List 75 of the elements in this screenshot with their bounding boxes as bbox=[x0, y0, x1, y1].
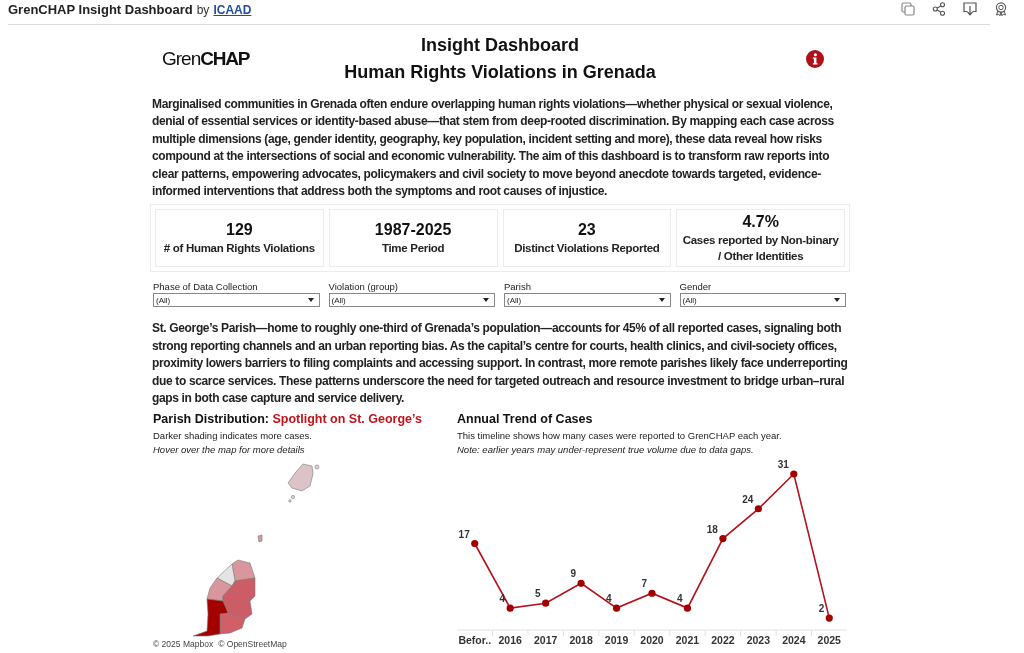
axis-label: 2023 bbox=[746, 634, 771, 647]
axis-label: 2022 bbox=[711, 634, 735, 647]
filter-label: Gender bbox=[679, 281, 713, 294]
axis-label: Befor.. bbox=[458, 634, 492, 647]
data-label: 9 bbox=[570, 568, 577, 580]
map-hint: Hover over the map for more details bbox=[153, 443, 306, 457]
kpi-label: # of Human Rights Violations bbox=[163, 241, 315, 257]
caret-icon bbox=[658, 298, 665, 303]
axis-label: 2020 bbox=[640, 634, 664, 647]
caret-icon bbox=[834, 298, 840, 303]
data-point[interactable] bbox=[719, 535, 727, 543]
filter-dropdown[interactable]: (All) bbox=[153, 293, 320, 308]
kpi-label: Cases reported by Non-binary / Other Identities bbox=[681, 233, 840, 265]
data-point[interactable] bbox=[825, 614, 833, 623]
intro-paragraph: Marginalised communities in Grenada often endure overlapping human rights violations—whether physical or sexual violence, denial of essential services or identity-based abuse—that stem from deep-rooted discrimination. By mapping each case across multiple dimensions (age, gender identity, geography, key population, incident setting and more), these data reveal how risks compound at the intersections of social and economic vulnerability. The aim of this dashboard is to transform raw reports into clear patterns, empowering advocates, policymakers and civil society to move beyond anecdote towards targeted, evidence-informed interventions that address both the symptoms and root causes of injustice. bbox=[152, 96, 835, 201]
chart-note: Note: earlier years may under-represent true volume due to data gaps. bbox=[457, 443, 755, 457]
data-point[interactable] bbox=[542, 600, 550, 608]
map-subtitle: Darker shading indicates more cases. bbox=[153, 429, 313, 444]
kpi-value: 23 bbox=[577, 220, 596, 241]
data-label: 2 bbox=[818, 603, 825, 615]
dashboard-title: GrenCHAP Insight Dashboard bbox=[8, 1, 193, 17]
download-icon[interactable] bbox=[963, 2, 977, 16]
award-icon[interactable] bbox=[994, 2, 1008, 16]
data-point[interactable] bbox=[471, 540, 479, 548]
data-point[interactable] bbox=[506, 605, 514, 613]
data-point[interactable] bbox=[754, 505, 762, 513]
axis-label: 2025 bbox=[817, 634, 841, 647]
share-icon[interactable] bbox=[932, 2, 946, 16]
caret-icon bbox=[307, 298, 314, 303]
axis-label: 2018 bbox=[569, 634, 593, 647]
data-label: 4 bbox=[676, 593, 683, 605]
copy-icon[interactable] bbox=[901, 2, 915, 16]
axis-label: 2016 bbox=[498, 634, 522, 647]
data-point[interactable] bbox=[790, 470, 798, 479]
axis-label: 2024 bbox=[782, 634, 806, 647]
chart-title: Annual Trend of Cases bbox=[457, 411, 594, 429]
parish-map[interactable] bbox=[192, 464, 320, 637]
logo: GrenCHAP bbox=[162, 48, 250, 70]
dashboard-subheading: Human Rights Violations in Grenada bbox=[344, 61, 656, 84]
attribution-link[interactable]: © 2025 Mapbox bbox=[153, 639, 214, 651]
data-label: 18 bbox=[706, 524, 718, 536]
byline-text: by bbox=[196, 2, 210, 17]
kpi-value: 129 bbox=[226, 220, 253, 241]
info-icon[interactable] bbox=[806, 50, 824, 68]
data-label: 31 bbox=[777, 459, 789, 471]
data-point[interactable] bbox=[577, 580, 585, 588]
data-point[interactable] bbox=[648, 590, 656, 598]
filter-label: Violation (group) bbox=[328, 281, 400, 294]
kpi-value: 1987-2025 bbox=[374, 220, 452, 241]
data-label: 4 bbox=[606, 593, 612, 605]
filter-dropdown[interactable]: (All) bbox=[328, 293, 495, 308]
data-label: 17 bbox=[458, 529, 470, 540]
attribution-link[interactable]: © OpenStreetMap bbox=[218, 639, 287, 651]
data-label: 7 bbox=[641, 578, 647, 590]
data-point[interactable] bbox=[683, 605, 692, 613]
author-link[interactable]: ICAAD bbox=[213, 2, 252, 17]
chart-subtitle: This timeline shows how many cases were reported to GrenCHAP each year. bbox=[457, 429, 783, 444]
dashboard-heading: Insight Dashboard bbox=[420, 34, 580, 57]
axis-label: 2017 bbox=[533, 634, 558, 647]
filter-label: Phase of Data Collection bbox=[153, 281, 259, 294]
data-label: 5 bbox=[535, 588, 541, 600]
axis-label: 2019 bbox=[604, 634, 629, 647]
data-point[interactable] bbox=[612, 605, 621, 613]
filter-dropdown[interactable]: (All) bbox=[679, 293, 846, 308]
axis-label: 2021 bbox=[675, 634, 700, 647]
kpi-label: Time Period bbox=[381, 241, 445, 257]
summary-paragraph: St. George’s Parish—home to roughly one-third of Grenada’s population—accounts for 45% of all reported cases, signaling both strong reporting channels and an urban reporting bias. As the capital’s centre for courts, health clinics, and civil-society offices, proximity lowers barriers to filing complaints and accessing support. In contrast, more remote parishes likely face underreporting due to scarce services. These patterns underscore the need for targeted outreach and resource investment to bridge urban–rural gaps in both case capture and service delivery. bbox=[152, 320, 849, 408]
kpi-value: 4.7% bbox=[742, 212, 779, 233]
filter-label: Parish bbox=[504, 281, 532, 294]
kpi-label: Distinct Violations Reported bbox=[514, 241, 660, 257]
data-label: 24 bbox=[742, 494, 754, 506]
data-label: 4 bbox=[499, 593, 506, 605]
filter-dropdown[interactable]: (All) bbox=[504, 293, 671, 308]
caret-icon bbox=[483, 298, 489, 303]
map-title: Parish Distribution: Spotlight on St. George’s bbox=[153, 411, 423, 429]
